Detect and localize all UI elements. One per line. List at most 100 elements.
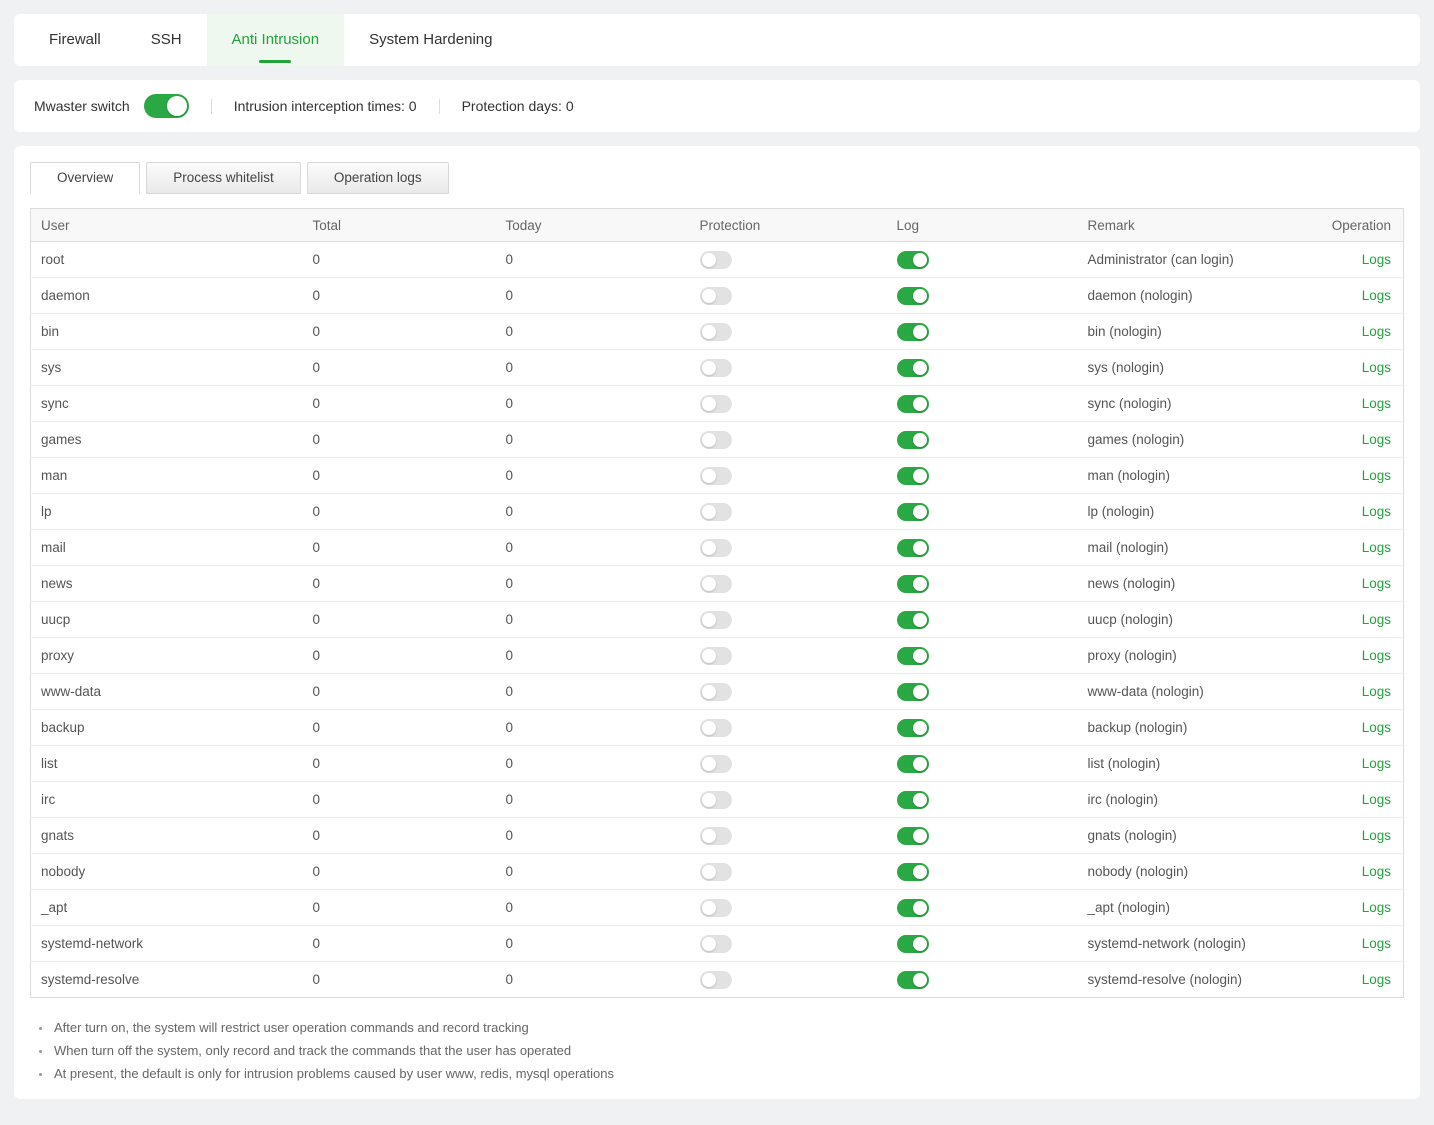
log-toggle[interactable] — [897, 791, 929, 809]
logs-link[interactable]: Logs — [1362, 792, 1391, 807]
protection-toggle[interactable] — [700, 467, 732, 485]
today-cell: 0 — [496, 674, 690, 710]
tab-firewall[interactable]: Firewall — [24, 14, 126, 66]
column-header-log: Log — [887, 209, 1078, 242]
logs-link[interactable]: Logs — [1362, 828, 1391, 843]
logs-link[interactable]: Logs — [1362, 900, 1391, 915]
logs-link[interactable]: Logs — [1362, 432, 1391, 447]
protection-toggle[interactable] — [700, 755, 732, 773]
protection-toggle[interactable] — [700, 503, 732, 521]
logs-link[interactable]: Logs — [1362, 864, 1391, 879]
protection-toggle[interactable] — [700, 683, 732, 701]
log-cell-wrap — [887, 350, 1078, 386]
logs-link[interactable]: Logs — [1362, 684, 1391, 699]
logs-link[interactable]: Logs — [1362, 468, 1391, 483]
toggle-knob — [913, 505, 927, 519]
remark-cell: systemd-resolve (nologin) — [1078, 962, 1283, 998]
log-toggle[interactable] — [897, 503, 929, 521]
table-row: sys 0 0 sys (nologin) Logs — [31, 350, 1404, 386]
protection-toggle[interactable] — [700, 431, 732, 449]
log-toggle[interactable] — [897, 611, 929, 629]
protection-toggle[interactable] — [700, 863, 732, 881]
log-toggle[interactable] — [897, 539, 929, 557]
total-cell: 0 — [303, 818, 496, 854]
remark-cell: nobody (nologin) — [1078, 854, 1283, 890]
logs-link[interactable]: Logs — [1362, 648, 1391, 663]
logs-link[interactable]: Logs — [1362, 576, 1391, 591]
logs-link[interactable]: Logs — [1362, 540, 1391, 555]
log-toggle[interactable] — [897, 647, 929, 665]
toggle-knob — [702, 325, 716, 339]
total-cell: 0 — [303, 782, 496, 818]
subtab-operation-logs[interactable]: Operation logs — [307, 162, 449, 194]
logs-link[interactable]: Logs — [1362, 360, 1391, 375]
logs-link[interactable]: Logs — [1362, 396, 1391, 411]
remark-cell: man (nologin) — [1078, 458, 1283, 494]
remark-cell: mail (nologin) — [1078, 530, 1283, 566]
protection-toggle[interactable] — [700, 287, 732, 305]
note-item: When turn off the system, only record an… — [52, 1039, 1404, 1062]
log-toggle[interactable] — [897, 683, 929, 701]
protection-toggle[interactable] — [700, 539, 732, 557]
remark-cell: list (nologin) — [1078, 746, 1283, 782]
protection-toggle[interactable] — [700, 791, 732, 809]
log-toggle[interactable] — [897, 971, 929, 989]
log-toggle[interactable] — [897, 575, 929, 593]
protection-toggle[interactable] — [700, 395, 732, 413]
log-toggle[interactable] — [897, 359, 929, 377]
log-toggle[interactable] — [897, 719, 929, 737]
protection-toggle[interactable] — [700, 971, 732, 989]
logs-link[interactable]: Logs — [1362, 720, 1391, 735]
subtab-process-whitelist[interactable]: Process whitelist — [146, 162, 301, 194]
log-toggle[interactable] — [897, 323, 929, 341]
logs-link[interactable]: Logs — [1362, 324, 1391, 339]
protection-toggle[interactable] — [700, 719, 732, 737]
toggle-knob — [702, 757, 716, 771]
operation-cell: Logs — [1283, 458, 1404, 494]
logs-link[interactable]: Logs — [1362, 504, 1391, 519]
protection-toggle[interactable] — [700, 827, 732, 845]
sub-tabbar: Overview Process whitelist Operation log… — [30, 162, 1404, 194]
log-toggle[interactable] — [897, 863, 929, 881]
today-cell: 0 — [496, 386, 690, 422]
log-toggle[interactable] — [897, 431, 929, 449]
protection-cell-wrap — [690, 710, 887, 746]
logs-link[interactable]: Logs — [1362, 936, 1391, 951]
logs-link[interactable]: Logs — [1362, 972, 1391, 987]
toggle-knob — [913, 397, 927, 411]
toggle-knob — [702, 469, 716, 483]
protection-toggle[interactable] — [700, 251, 732, 269]
protection-toggle[interactable] — [700, 647, 732, 665]
note-item: At present, the default is only for intr… — [52, 1062, 1404, 1085]
subtab-overview[interactable]: Overview — [30, 162, 140, 194]
protection-toggle[interactable] — [700, 935, 732, 953]
remark-cell: news (nologin) — [1078, 566, 1283, 602]
log-toggle[interactable] — [897, 827, 929, 845]
logs-link[interactable]: Logs — [1362, 612, 1391, 627]
master-switch-toggle[interactable] — [144, 94, 189, 118]
protection-toggle[interactable] — [700, 611, 732, 629]
total-cell: 0 — [303, 242, 496, 278]
protection-toggle[interactable] — [700, 575, 732, 593]
tab-system-hardening[interactable]: System Hardening — [344, 14, 517, 66]
logs-link[interactable]: Logs — [1362, 252, 1391, 267]
tab-ssh[interactable]: SSH — [126, 14, 207, 66]
logs-link[interactable]: Logs — [1362, 756, 1391, 771]
log-toggle[interactable] — [897, 899, 929, 917]
total-cell: 0 — [303, 422, 496, 458]
protection-toggle[interactable] — [700, 359, 732, 377]
tab-anti-intrusion[interactable]: Anti Intrusion — [207, 14, 345, 66]
toggle-knob — [702, 901, 716, 915]
log-toggle[interactable] — [897, 251, 929, 269]
protection-toggle[interactable] — [700, 899, 732, 917]
protection-days-stat: Protection days: 0 — [462, 98, 574, 114]
log-toggle[interactable] — [897, 395, 929, 413]
log-toggle[interactable] — [897, 467, 929, 485]
log-toggle[interactable] — [897, 287, 929, 305]
log-toggle[interactable] — [897, 935, 929, 953]
protection-toggle[interactable] — [700, 323, 732, 341]
log-cell-wrap — [887, 458, 1078, 494]
total-cell: 0 — [303, 638, 496, 674]
logs-link[interactable]: Logs — [1362, 288, 1391, 303]
log-toggle[interactable] — [897, 755, 929, 773]
